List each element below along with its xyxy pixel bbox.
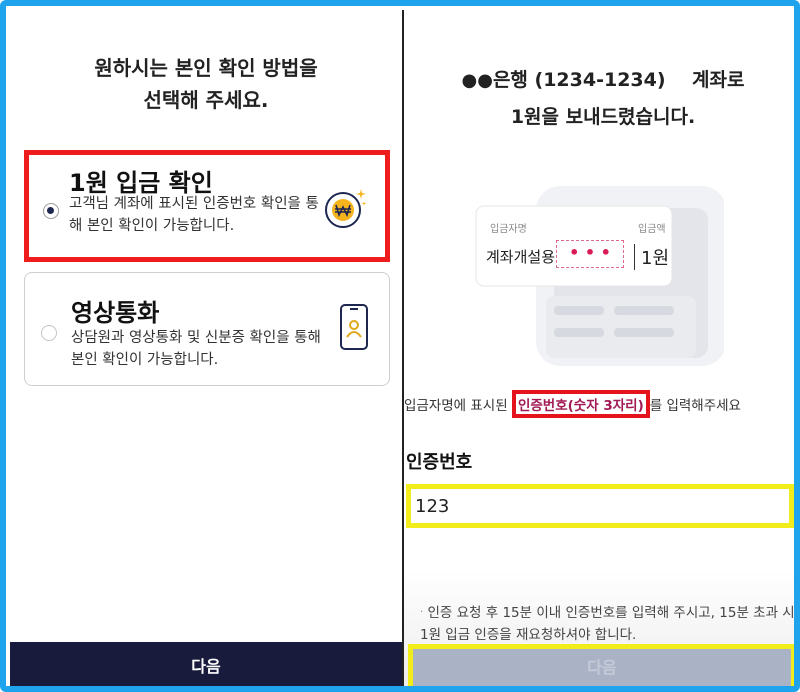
title-line-1: 은행 (1234-1234) 계좌로 <box>492 69 745 91</box>
notice-text: · 인증 요청 후 15분 이내 인증번호를 입력해 주시고, 15분 초과 시… <box>420 602 795 646</box>
verification-method-screen: 원하시는 본인 확인 방법을 선택해 주세요. 1원 입금 확인 고객님 계좌에… <box>10 10 402 686</box>
video-call-phone-icon <box>337 303 371 355</box>
title-line-1: 원하시는 본인 확인 방법을 <box>94 56 318 80</box>
instruction-suffix: 를 입력해주세요 <box>649 398 741 414</box>
deposit-code-screen: ●●은행 (1234-1234) 계좌로 1원을 보내드렸습니다. 입금자명 입… <box>404 10 795 686</box>
won-coin-icon <box>323 185 369 235</box>
depositor-label: 입금자명 <box>490 224 527 235</box>
bullet-icon: · <box>420 607 424 618</box>
masked-code: • • • <box>556 240 624 268</box>
option-video-call[interactable]: 영상통화 상담원과 영상통화 및 신분증 확인을 통해 본인 확인이 가능합니다… <box>24 272 390 386</box>
amount-label: 입금액 <box>638 224 666 235</box>
radio-unselected-icon[interactable] <box>41 325 57 341</box>
instruction-text: 입금자명에 표시된 인증번호(숫자 3자리) 를 입력해주세요 <box>404 390 794 418</box>
next-button[interactable]: 다음 <box>10 642 402 686</box>
deposit-illustration: 입금자명 입금액 계좌개설용 • • • 1원 <box>474 178 726 372</box>
code-input[interactable] <box>406 484 794 528</box>
next-button-disabled[interactable]: 다음 <box>408 644 794 686</box>
option-description: 상담원과 영상통화 및 신분증 확인을 통해 본인 확인이 가능합니다. <box>71 330 321 368</box>
option-one-won-deposit[interactable]: 1원 입금 확인 고객님 계좌에 표시된 인증번호 확인을 통해 본인 확인이 … <box>24 150 390 262</box>
screenshot-frame: 원하시는 본인 확인 방법을 선택해 주세요. 1원 입금 확인 고객님 계좌에… <box>0 0 800 692</box>
notice-body: 인증 요청 후 15분 이내 인증번호를 입력해 주시고, 15분 초과 시 1… <box>420 605 795 643</box>
instruction-highlight: 인증번호(숫자 3자리) <box>511 390 650 418</box>
title-line-2: 1원을 보내드렸습니다. <box>510 106 696 128</box>
radio-selected-icon[interactable] <box>43 203 59 219</box>
code-field-label: 인증번호 <box>406 452 473 473</box>
option-title: 영상통화 <box>71 299 160 327</box>
page-title: ●●은행 (1234-1234) 계좌로 1원을 보내드렸습니다. <box>404 62 794 135</box>
amount-value: 1원 <box>634 244 669 270</box>
option-description: 고객님 계좌에 표시된 인증번호 확인을 통해 본인 확인이 가능합니다. <box>69 196 319 234</box>
depositor-value: 계좌개설용 <box>486 248 556 266</box>
instruction-prefix: 입금자명에 표시된 <box>404 398 512 414</box>
title-line-2: 선택해 주세요. <box>143 88 269 112</box>
page-title: 원하시는 본인 확인 방법을 선택해 주세요. <box>10 52 402 116</box>
masked-bank-name: ●● <box>461 70 493 91</box>
